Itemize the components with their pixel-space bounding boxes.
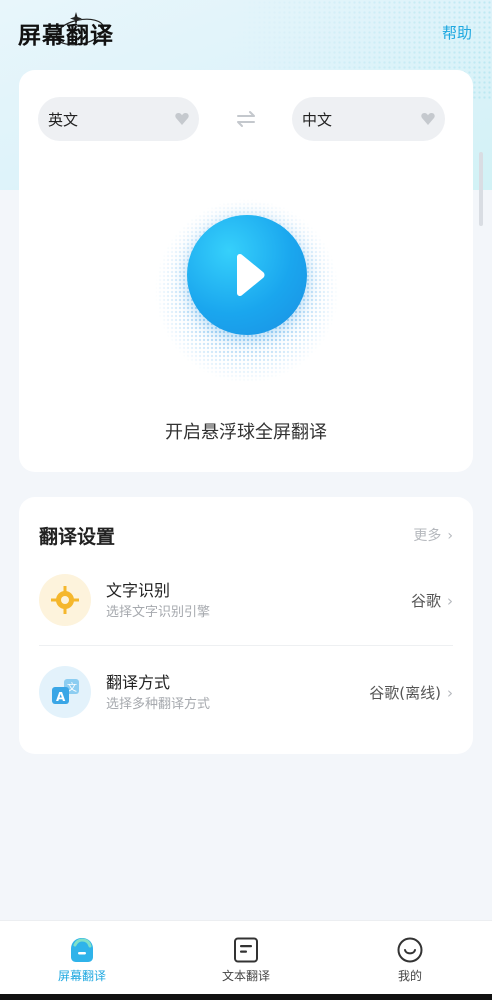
page-title: 屏幕翻译 bbox=[18, 23, 114, 49]
svg-text:A: A bbox=[56, 690, 66, 704]
row-subtitle: 选择文字识别引擎 bbox=[106, 605, 211, 620]
row-title: 翻译方式 bbox=[106, 673, 171, 692]
swap-icon[interactable] bbox=[235, 108, 257, 130]
crosshair-icon bbox=[51, 586, 79, 614]
home-icon bbox=[71, 938, 93, 962]
system-bar bbox=[0, 994, 492, 1000]
help-link[interactable]: 帮助 bbox=[442, 22, 472, 43]
nav-label: 文本翻译 bbox=[221, 969, 270, 983]
chevron-right-icon: › bbox=[447, 592, 453, 610]
divider bbox=[39, 645, 453, 646]
floating-ball-caption: 开启悬浮球全屏翻译 bbox=[165, 422, 327, 443]
nav-label: 屏幕翻译 bbox=[57, 969, 106, 983]
chevron-right-icon: › bbox=[447, 684, 453, 702]
setting-row-ocr[interactable]: 文字识别 选择文字识别引擎 谷歌 › bbox=[19, 569, 473, 645]
row-value: 谷歌 › bbox=[411, 590, 453, 611]
chevron-right-icon: › bbox=[447, 528, 453, 544]
nav-label: 我的 bbox=[397, 969, 422, 983]
nav-item-text-translate[interactable]: 文本翻译 bbox=[186, 921, 306, 995]
row-value-text: 谷歌(离线) bbox=[369, 684, 441, 702]
play-icon bbox=[237, 253, 265, 297]
heart-dropdown-icon bbox=[175, 113, 189, 125]
ocr-icon-badge bbox=[39, 574, 91, 626]
row-title: 文字识别 bbox=[106, 581, 171, 600]
nav-item-screen-translate[interactable]: 屏幕翻译 bbox=[22, 921, 142, 995]
row-subtitle: 选择多种翻译方式 bbox=[106, 697, 211, 712]
document-icon bbox=[234, 937, 258, 963]
header: 屏幕翻译 帮助 bbox=[0, 0, 492, 66]
settings-card: 翻译设置 更多 › 文字识别 选择文字识别引擎 谷歌 › 文 A 翻译方式 选择… bbox=[19, 497, 473, 754]
mode-icon-badge: 文 A bbox=[39, 666, 91, 718]
source-language-select[interactable]: 英文 bbox=[38, 97, 199, 141]
target-language-label: 中文 bbox=[302, 111, 333, 129]
more-link[interactable]: 更多 › bbox=[413, 525, 453, 545]
scrollbar[interactable] bbox=[479, 152, 483, 226]
translate-icon: 文 A bbox=[52, 679, 79, 704]
source-language-label: 英文 bbox=[48, 111, 79, 129]
start-floating-ball-button[interactable] bbox=[187, 215, 307, 335]
row-value: 谷歌(离线) › bbox=[369, 682, 453, 703]
setting-row-translation-mode[interactable]: 文 A 翻译方式 选择多种翻译方式 谷歌(离线) › bbox=[19, 661, 473, 737]
target-language-select[interactable]: 中文 bbox=[292, 97, 445, 141]
heart-dropdown-icon bbox=[421, 113, 435, 125]
smile-icon bbox=[397, 937, 423, 963]
nav-item-me[interactable]: 我的 bbox=[350, 921, 470, 995]
translator-card: 英文 中文 开启悬浮球全屏翻译 bbox=[19, 70, 473, 472]
settings-title: 翻译设置 bbox=[39, 526, 116, 548]
more-label: 更多 bbox=[413, 528, 442, 544]
row-value-text: 谷歌 bbox=[410, 592, 441, 610]
bottom-nav: 屏幕翻译 文本翻译 我的 bbox=[0, 920, 492, 994]
